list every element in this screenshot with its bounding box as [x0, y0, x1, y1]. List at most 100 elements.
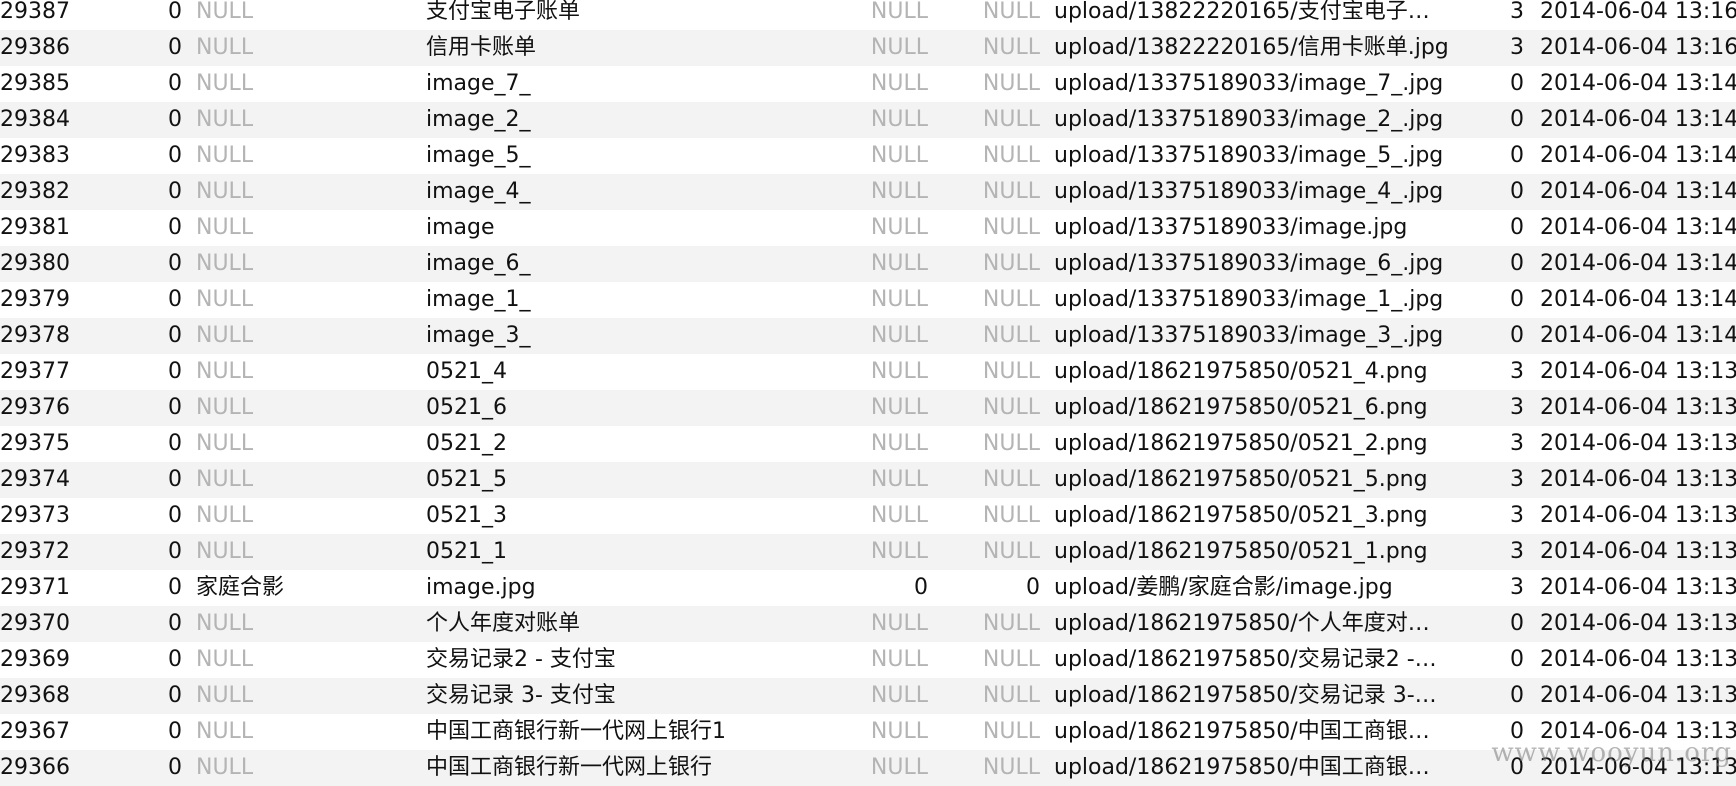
cell-height[interactable]: NULL: [930, 282, 1040, 318]
table-row[interactable]: 29374 0 NULL 0521_5 NULL NULL upload/186219758…: [0, 462, 1736, 498]
cell-type[interactable]: 0: [1494, 282, 1524, 318]
cell-id[interactable]: 29377: [0, 354, 120, 390]
cell-width[interactable]: NULL: [860, 642, 928, 678]
cell-name[interactable]: image_2_: [426, 102, 856, 138]
cell-album[interactable]: NULL: [196, 642, 416, 678]
cell-width[interactable]: 0: [860, 570, 928, 606]
cell-name[interactable]: 信用卡账单: [426, 30, 856, 66]
cell-path[interactable]: upload/13375189033/image_3_.jpg: [1054, 318, 1454, 354]
cell-path[interactable]: upload/13375189033/image_6_.jpg: [1054, 246, 1454, 282]
cell-date[interactable]: 2014-06-04 13:14: [1540, 210, 1736, 246]
cell-flag[interactable]: 0: [120, 642, 182, 678]
cell-height[interactable]: NULL: [930, 174, 1040, 210]
table-row[interactable]: 29386 0 NULL 信用卡账单 NULL NULL upload/1382222016…: [0, 30, 1736, 66]
cell-flag[interactable]: 0: [120, 534, 182, 570]
table-row[interactable]: 29384 0 NULL image_2_ NULL NULL upload/1337518…: [0, 102, 1736, 138]
table-row[interactable]: 29387 0 NULL 支付宝电子账单 NULL NULL upload/13822220…: [0, 0, 1736, 30]
table-row[interactable]: 29373 0 NULL 0521_3 NULL NULL upload/186219758…: [0, 498, 1736, 534]
cell-path[interactable]: upload/18621975850/0521_1.png: [1054, 534, 1454, 570]
cell-album[interactable]: NULL: [196, 678, 416, 714]
cell-path[interactable]: upload/13375189033/image_5_.jpg: [1054, 138, 1454, 174]
cell-path[interactable]: upload/13822220165/信用卡账单.jpg: [1054, 30, 1454, 66]
cell-flag[interactable]: 0: [120, 138, 182, 174]
cell-name[interactable]: image_4_: [426, 174, 856, 210]
cell-type[interactable]: 3: [1494, 426, 1524, 462]
cell-path[interactable]: upload/18621975850/0521_2.png: [1054, 426, 1454, 462]
cell-width[interactable]: NULL: [860, 750, 928, 786]
cell-type[interactable]: 3: [1494, 390, 1524, 426]
cell-height[interactable]: NULL: [930, 678, 1040, 714]
cell-date[interactable]: 2014-06-04 13:14: [1540, 282, 1736, 318]
cell-id[interactable]: 29385: [0, 66, 120, 102]
cell-type[interactable]: 3: [1494, 30, 1524, 66]
cell-name[interactable]: image_6_: [426, 246, 856, 282]
cell-type[interactable]: 0: [1494, 138, 1524, 174]
cell-album[interactable]: NULL: [196, 354, 416, 390]
cell-name[interactable]: 个人年度对账单: [426, 606, 856, 642]
cell-date[interactable]: 2014-06-04 13:16: [1540, 0, 1736, 30]
cell-id[interactable]: 29387: [0, 0, 120, 30]
cell-type[interactable]: 3: [1494, 534, 1524, 570]
cell-album[interactable]: NULL: [196, 462, 416, 498]
cell-name[interactable]: 0521_2: [426, 426, 856, 462]
cell-id[interactable]: 29382: [0, 174, 120, 210]
cell-height[interactable]: NULL: [930, 714, 1040, 750]
cell-date[interactable]: 2014-06-04 13:13: [1540, 426, 1736, 462]
cell-id[interactable]: 29386: [0, 30, 120, 66]
table-row[interactable]: 29382 0 NULL image_4_ NULL NULL upload/1337518…: [0, 174, 1736, 210]
cell-id[interactable]: 29379: [0, 282, 120, 318]
cell-album[interactable]: NULL: [196, 282, 416, 318]
cell-flag[interactable]: 0: [120, 570, 182, 606]
cell-name[interactable]: image: [426, 210, 856, 246]
cell-date[interactable]: 2014-06-04 13:14: [1540, 318, 1736, 354]
cell-height[interactable]: NULL: [930, 498, 1040, 534]
cell-flag[interactable]: 0: [120, 750, 182, 786]
cell-name[interactable]: 交易记录 3- 支付宝: [426, 678, 856, 714]
cell-flag[interactable]: 0: [120, 714, 182, 750]
cell-width[interactable]: NULL: [860, 390, 928, 426]
cell-id[interactable]: 29367: [0, 714, 120, 750]
cell-name[interactable]: image_7_: [426, 66, 856, 102]
cell-date[interactable]: 2014-06-04 13:16: [1540, 30, 1736, 66]
cell-flag[interactable]: 0: [120, 210, 182, 246]
cell-width[interactable]: NULL: [860, 174, 928, 210]
cell-date[interactable]: 2014-06-04 13:13: [1540, 714, 1736, 750]
cell-name[interactable]: image.jpg: [426, 570, 856, 606]
results-grid[interactable]: 29387 0 NULL 支付宝电子账单 NULL NULL upload/13822220…: [0, 0, 1736, 786]
table-row[interactable]: 29375 0 NULL 0521_2 NULL NULL upload/186219758…: [0, 426, 1736, 462]
cell-album[interactable]: NULL: [196, 750, 416, 786]
cell-date[interactable]: 2014-06-04 13:14: [1540, 174, 1736, 210]
cell-album[interactable]: NULL: [196, 606, 416, 642]
cell-flag[interactable]: 0: [120, 30, 182, 66]
cell-type[interactable]: 3: [1494, 570, 1524, 606]
cell-flag[interactable]: 0: [120, 174, 182, 210]
cell-path[interactable]: upload/18621975850/交易记录2 -…: [1054, 642, 1454, 678]
cell-flag[interactable]: 0: [120, 426, 182, 462]
table-row[interactable]: 29370 0 NULL 个人年度对账单 NULL NULL upload/18621975…: [0, 606, 1736, 642]
cell-height[interactable]: NULL: [930, 390, 1040, 426]
cell-type[interactable]: 0: [1494, 318, 1524, 354]
cell-height[interactable]: NULL: [930, 0, 1040, 30]
table-row[interactable]: 29383 0 NULL image_5_ NULL NULL upload/1337518…: [0, 138, 1736, 174]
cell-name[interactable]: 0521_6: [426, 390, 856, 426]
cell-album[interactable]: NULL: [196, 210, 416, 246]
cell-width[interactable]: NULL: [860, 30, 928, 66]
cell-album[interactable]: NULL: [196, 66, 416, 102]
cell-path[interactable]: upload/13375189033/image.jpg: [1054, 210, 1454, 246]
cell-path[interactable]: upload/18621975850/0521_5.png: [1054, 462, 1454, 498]
cell-date[interactable]: 2014-06-04 13:13: [1540, 570, 1736, 606]
cell-type[interactable]: 3: [1494, 498, 1524, 534]
cell-flag[interactable]: 0: [120, 102, 182, 138]
cell-id[interactable]: 29369: [0, 642, 120, 678]
cell-id[interactable]: 29375: [0, 426, 120, 462]
cell-name[interactable]: 0521_3: [426, 498, 856, 534]
cell-width[interactable]: NULL: [860, 498, 928, 534]
cell-flag[interactable]: 0: [120, 246, 182, 282]
cell-flag[interactable]: 0: [120, 66, 182, 102]
cell-id[interactable]: 29373: [0, 498, 120, 534]
cell-name[interactable]: 0521_1: [426, 534, 856, 570]
cell-type[interactable]: 0: [1494, 66, 1524, 102]
cell-width[interactable]: NULL: [860, 678, 928, 714]
cell-width[interactable]: NULL: [860, 210, 928, 246]
cell-album[interactable]: 家庭合影: [196, 570, 416, 606]
